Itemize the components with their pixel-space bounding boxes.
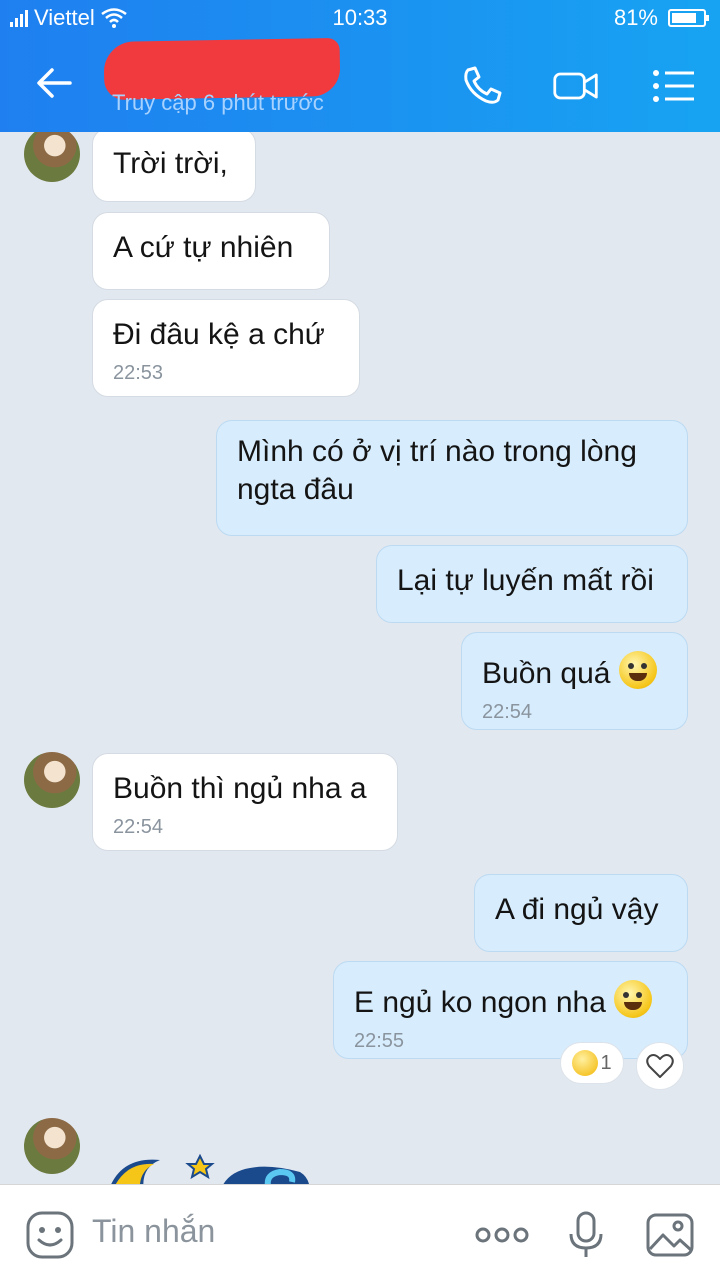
status-bar: Viettel 10:33 81%: [0, 0, 720, 36]
battery-percent: 81%: [613, 5, 658, 30]
message-text: Đi đâu kệ a chứ: [113, 318, 325, 351]
battery-icon: [668, 9, 709, 27]
message-text: A cứ tự nhiên: [113, 231, 294, 264]
video-call-icon[interactable]: [552, 62, 600, 110]
message-time: 22:54: [113, 816, 164, 838]
message-time: 22:54: [482, 701, 533, 723]
phone-icon[interactable]: [458, 62, 506, 110]
message-bubble-outgoing[interactable]: Buồn quá 22:54: [461, 632, 688, 730]
message-bubble-outgoing[interactable]: Lại tự luyến mất rồi: [376, 545, 688, 623]
image-gallery-icon[interactable]: [644, 1209, 696, 1261]
microphone-icon[interactable]: [560, 1209, 612, 1261]
message-text: E ngủ ko ngon nha: [354, 986, 606, 1019]
message-text: Buồn thì ngủ nha a: [113, 772, 367, 805]
message-list[interactable]: Trời trời, A cứ tự nhiên Đi đâu kệ a chứ…: [0, 132, 720, 1184]
moon-sticker-icon[interactable]: [100, 1142, 330, 1184]
menu-list-icon[interactable]: [650, 62, 698, 110]
chat-header: Truy cập 6 phút trước: [0, 36, 720, 132]
message-text: Trời trời,: [113, 147, 228, 180]
message-text: Buồn quá: [482, 657, 611, 690]
laughing-tears-emoji-icon: [618, 651, 657, 689]
message-bubble-incoming[interactable]: Buồn thì ngủ nha a 22:54: [92, 753, 398, 851]
last-seen-status: Truy cập 6 phút trước: [112, 90, 324, 115]
message-time: 22:55: [354, 1030, 405, 1052]
contact-avatar[interactable]: [24, 132, 80, 182]
message-input[interactable]: Tin nhắn: [92, 1213, 215, 1250]
back-arrow-icon[interactable]: [30, 58, 80, 108]
more-options-icon[interactable]: [474, 1209, 530, 1261]
message-bubble-incoming[interactable]: Trời trời,: [92, 132, 256, 202]
contact-avatar[interactable]: [24, 1118, 80, 1174]
reaction-count: 1: [600, 1051, 612, 1074]
message-bubble-outgoing[interactable]: A đi ngủ vậy: [474, 874, 688, 952]
heart-icon: [646, 1054, 674, 1078]
message-bubble-outgoing[interactable]: E ngủ ko ngon nha 22:55: [333, 961, 688, 1059]
message-bubble-outgoing[interactable]: Mình có ở vị trí nào trong lòng ngta đâu: [216, 420, 688, 536]
status-right: 81%: [613, 5, 709, 31]
reaction-badge[interactable]: 1: [560, 1042, 624, 1084]
contact-avatar[interactable]: [24, 752, 80, 808]
message-text: Mình có ở vị trí nào trong lòng ngta đâu: [237, 435, 637, 506]
message-bubble-incoming[interactable]: A cứ tự nhiên: [92, 212, 330, 290]
message-text: Lại tự luyến mất rồi: [397, 564, 654, 597]
emoji-sticker-icon[interactable]: [24, 1209, 76, 1261]
message-input-bar: Tin nhắn: [0, 1184, 720, 1280]
laughing-reaction-icon: [572, 1050, 599, 1076]
message-bubble-incoming[interactable]: Đi đâu kệ a chứ 22:53: [92, 299, 360, 397]
message-time: 22:53: [113, 362, 164, 384]
clock: 10:33: [332, 5, 388, 30]
smiling-face-emoji-icon: [614, 980, 653, 1018]
react-heart-button[interactable]: [636, 1042, 684, 1090]
message-text: A đi ngủ vậy: [495, 893, 659, 926]
